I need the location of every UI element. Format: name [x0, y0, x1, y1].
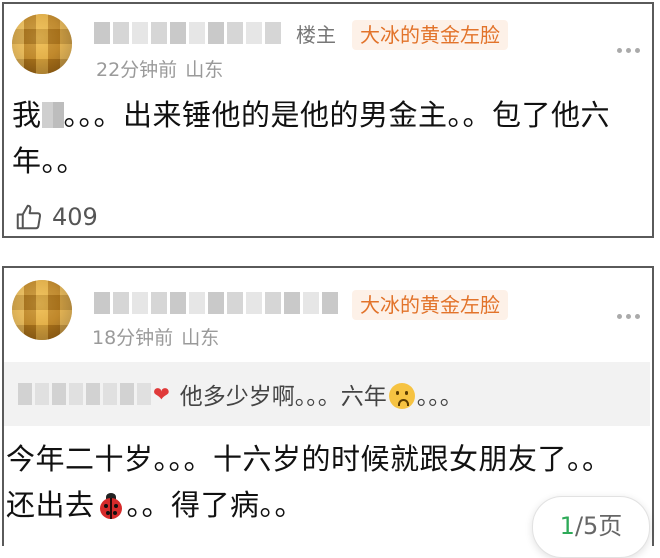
comment-card: 楼主 大冰的黄金左脸 22分钟前 山东 我。。。出来锤他的是他的男金主。。包了他六…	[2, 2, 654, 238]
comment-text-line2-start: 还出去	[6, 488, 95, 522]
comment-text-line1: 今年二十岁。。。十六岁的时候就跟女朋友了。。	[6, 442, 612, 476]
comment-text-start: 我	[12, 98, 42, 132]
user-badge: 大冰的黄金左脸	[352, 290, 508, 320]
comment-time: 18分钟前	[92, 327, 174, 349]
heart-icon: ❤	[153, 382, 170, 406]
like-button[interactable]: 409	[14, 200, 98, 234]
comment-meta: 22分钟前 山东	[96, 58, 223, 82]
comment-text: 我。。。出来锤他的是他的男金主。。包了他六年。。	[12, 92, 644, 184]
comment-meta: 18分钟前 山东	[92, 326, 219, 350]
quote-text: 他多少岁啊。。。六年 。。。	[180, 377, 463, 411]
quoted-reply[interactable]: ❤ 他多少岁啊。。。六年 。。。	[4, 362, 650, 426]
like-count: 409	[52, 203, 98, 231]
ladybug-emoji	[97, 493, 125, 519]
pixelated-word	[41, 102, 64, 128]
avatar[interactable]	[12, 14, 72, 74]
page-indicator[interactable]: 1/5页	[532, 496, 650, 558]
comment-location: 山东	[181, 327, 220, 349]
quote-text-start: 他多少岁啊。。。六年	[179, 384, 387, 410]
quote-text-end: 。。。	[416, 384, 463, 410]
op-label: 楼主	[296, 23, 336, 47]
current-page: 1	[559, 512, 575, 540]
comment-time: 22分钟前	[96, 59, 178, 81]
thumbs-up-icon	[16, 204, 42, 230]
quoted-username-blurred	[18, 383, 151, 405]
sad-face-emoji	[388, 383, 415, 409]
user-badge: 大冰的黄金左脸	[352, 20, 508, 50]
username-blurred[interactable]	[94, 22, 281, 46]
more-dots-icon[interactable]	[617, 48, 640, 53]
comment-text-line2-end: 。。得了病。。	[126, 488, 305, 522]
avatar[interactable]	[12, 280, 72, 340]
username-blurred[interactable]	[94, 292, 338, 316]
comment-text-end: 。。。出来锤他的是他的男金主。。包了他六年。。	[12, 98, 611, 178]
more-dots-icon[interactable]	[617, 314, 640, 319]
comment-location: 山东	[185, 59, 224, 81]
total-pages: /5页	[574, 512, 623, 540]
